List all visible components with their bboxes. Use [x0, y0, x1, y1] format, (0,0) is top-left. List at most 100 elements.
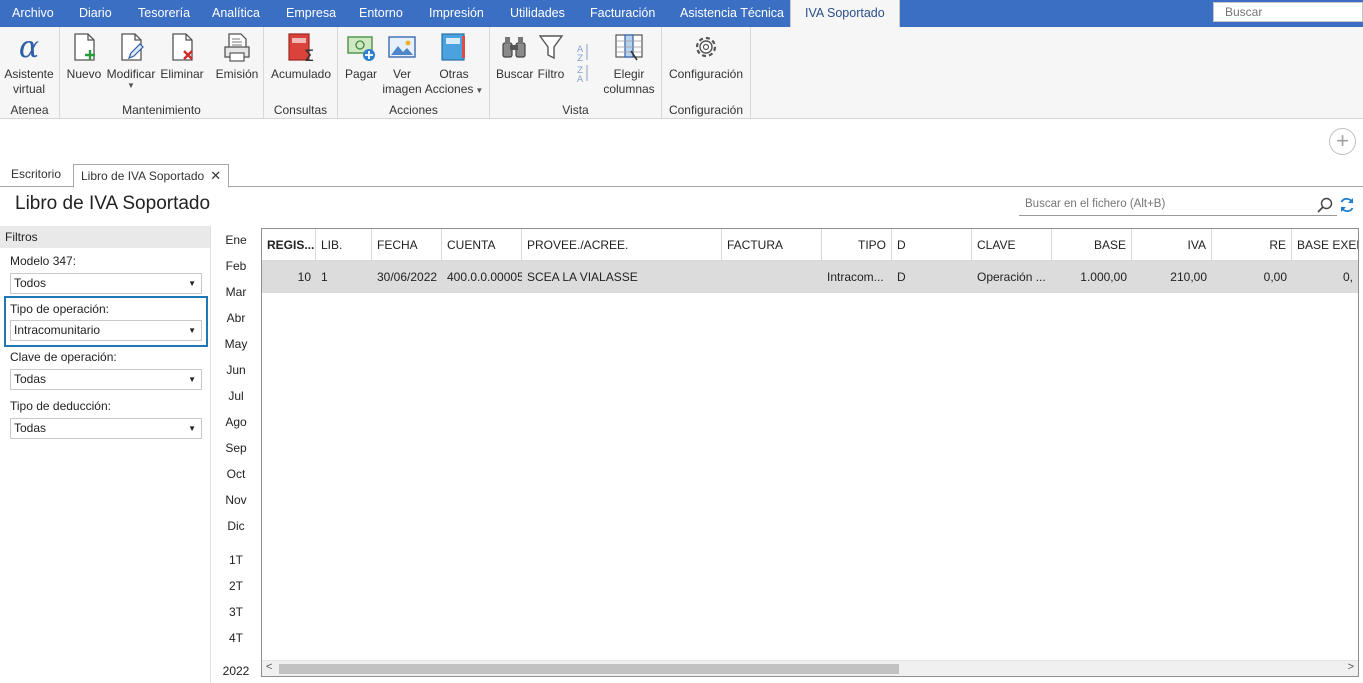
menu-facturacion[interactable]: Facturación: [590, 0, 655, 27]
period-ene[interactable]: Ene: [218, 233, 254, 247]
menu-empresa[interactable]: Empresa: [286, 0, 336, 27]
period-nov[interactable]: Nov: [218, 493, 254, 507]
modificar-button[interactable]: Modificar ▼: [105, 31, 157, 90]
menu-impresion[interactable]: Impresión: [429, 0, 484, 27]
period-year[interactable]: 2022: [218, 664, 254, 678]
tipo-deduccion-select[interactable]: Todas ▼: [10, 418, 202, 439]
menu-entorno[interactable]: Entorno: [359, 0, 403, 27]
tab-escritorio[interactable]: Escritorio: [11, 164, 61, 187]
eliminar-label: Eliminar: [160, 67, 204, 81]
tipo-operacion-select[interactable]: Intracomunitario ▼: [10, 320, 202, 341]
column-header-base-exenta[interactable]: BASE EXENT: [1292, 229, 1358, 261]
column-header-factura[interactable]: FACTURA: [722, 229, 822, 261]
sort-button[interactable]: A Z Z A: [572, 41, 592, 87]
column-header-base[interactable]: BASE: [1052, 229, 1132, 261]
period-mar[interactable]: Mar: [218, 285, 254, 299]
menu-tesoreria[interactable]: Tesorería: [138, 0, 190, 27]
buscar-button[interactable]: Buscar: [496, 31, 533, 82]
chevron-down-icon: ▼: [188, 424, 196, 433]
column-header-fecha[interactable]: FECHA: [372, 229, 442, 261]
menu-utilidades[interactable]: Utilidades: [510, 0, 565, 27]
column-header-lib[interactable]: LIB.: [316, 229, 372, 261]
menu-analitica[interactable]: Analítica: [212, 0, 260, 27]
otras-acciones-button[interactable]: Otras Acciones ▼: [424, 31, 484, 97]
table-row[interactable]: 10 1 30/06/2022 400.0.0.00005 SCEA LA VI…: [262, 261, 1358, 293]
column-header-tipo[interactable]: TIPO: [822, 229, 892, 261]
scroll-right-icon[interactable]: >: [1348, 661, 1354, 673]
group-label-consultas: Consultas: [273, 103, 328, 117]
clave-operacion-select[interactable]: Todas ▼: [10, 369, 202, 390]
menu-iva-soportado[interactable]: IVA Soportado: [790, 0, 900, 27]
emision-label: Emisión: [215, 67, 259, 81]
chevron-down-icon: ▼: [127, 81, 135, 90]
add-tab-button[interactable]: +: [1329, 128, 1356, 155]
column-header-d[interactable]: D: [892, 229, 972, 261]
configuracion-button[interactable]: Configuración: [666, 31, 746, 82]
period-1t[interactable]: 1T: [218, 553, 254, 567]
tipo-deduccion-value: Todas: [14, 421, 47, 435]
period-2t[interactable]: 2T: [218, 579, 254, 593]
tab-libro-label: Libro de IVA Soportado: [81, 169, 205, 183]
filters-header: Filtros: [0, 226, 210, 248]
period-sep[interactable]: Sep: [218, 441, 254, 455]
modelo-347-select[interactable]: Todos ▼: [10, 273, 202, 294]
menu-archivo[interactable]: Archivo: [12, 0, 54, 27]
elegir-columnas-button[interactable]: Elegir columnas: [602, 31, 656, 97]
acumulado-button[interactable]: Σ Acumulado: [270, 31, 332, 82]
records-table: REGIS... LIB. FECHA CUENTA PROVEE./ACREE…: [261, 228, 1359, 677]
nuevo-label: Nuevo: [66, 67, 102, 81]
period-may[interactable]: May: [218, 337, 254, 351]
svg-text:α: α: [19, 31, 39, 63]
period-feb[interactable]: Feb: [218, 259, 254, 273]
cell-proveedor: SCEA LA VIALASSE: [527, 270, 638, 284]
elegir-columnas-label: Elegir columnas: [603, 67, 655, 96]
filtro-button[interactable]: Filtro: [534, 31, 568, 82]
period-3t[interactable]: 3T: [218, 605, 254, 619]
chevron-down-icon: ▼: [188, 326, 196, 335]
column-header-re[interactable]: RE: [1212, 229, 1292, 261]
column-header-iva[interactable]: IVA: [1132, 229, 1212, 261]
sort-az-icon: A Z Z A: [577, 44, 588, 85]
period-abr[interactable]: Abr: [218, 311, 254, 325]
modelo-347-value: Todos: [14, 276, 47, 290]
period-4t[interactable]: 4T: [218, 631, 254, 645]
scroll-left-icon[interactable]: <: [266, 661, 272, 673]
delete-document-icon: [172, 33, 193, 61]
close-icon[interactable]: ✕: [210, 168, 221, 183]
column-header-registro[interactable]: REGIS...: [262, 229, 316, 261]
refresh-icon[interactable]: [1338, 196, 1356, 214]
cell-base: 1.000,00: [1080, 270, 1127, 284]
file-search-input[interactable]: [1019, 193, 1337, 216]
scrollbar-thumb[interactable]: [279, 664, 899, 674]
period-jun[interactable]: Jun: [218, 363, 254, 377]
column-header-proveedor[interactable]: PROVEE./ACREE.: [522, 229, 722, 261]
nuevo-button[interactable]: Nuevo: [64, 31, 104, 82]
image-icon: [388, 36, 416, 58]
search-icon[interactable]: [1316, 196, 1334, 214]
ribbon-group-acciones: Pagar Ver imagen Otras Acciones ▼ Accione…: [338, 27, 490, 119]
column-header-clave[interactable]: CLAVE: [972, 229, 1052, 261]
period-jul[interactable]: Jul: [218, 389, 254, 403]
period-dic[interactable]: Dic: [218, 519, 254, 533]
menu-diario[interactable]: Diario: [79, 0, 112, 27]
tab-libro-iva-soportado[interactable]: Libro de IVA Soportado ✕: [73, 164, 230, 188]
cell-re: 0,00: [1263, 270, 1287, 284]
eliminar-button[interactable]: Eliminar: [160, 31, 204, 82]
ver-imagen-button[interactable]: Ver imagen: [382, 31, 422, 97]
period-ago[interactable]: Ago: [218, 415, 254, 429]
column-header-cuenta[interactable]: CUENTA: [442, 229, 522, 261]
ver-imagen-label: Ver imagen: [382, 67, 422, 96]
chevron-down-icon: ▼: [188, 279, 196, 288]
asistente-virtual-button[interactable]: α Asistente virtual: [2, 31, 56, 97]
period-oct[interactable]: Oct: [218, 467, 254, 481]
menu-asistencia-tecnica[interactable]: Asistencia Técnica: [680, 0, 784, 27]
horizontal-scrollbar[interactable]: < >: [262, 660, 1358, 676]
pagar-button[interactable]: Pagar: [342, 31, 380, 82]
filtro-label: Filtro: [537, 67, 565, 81]
otras-acciones-label: Otras Acciones: [424, 67, 474, 96]
emision-button[interactable]: Emisión: [214, 31, 260, 82]
acumulado-label: Acumulado: [270, 67, 332, 81]
tipo-operacion-label: Tipo de operación:: [10, 302, 109, 316]
global-search-input[interactable]: [1213, 2, 1363, 22]
cell-fecha: 30/06/2022: [377, 270, 438, 284]
